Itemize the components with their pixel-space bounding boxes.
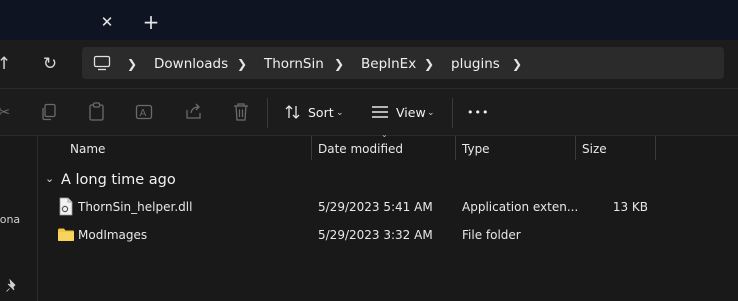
breadcrumb-thornsin[interactable]: ThornSin: [264, 55, 324, 73]
chevron-down-icon[interactable]: ⌄: [336, 104, 344, 122]
sort-icon[interactable]: [284, 104, 302, 120]
column-header-type[interactable]: Type: [462, 140, 490, 158]
copy-icon[interactable]: [40, 103, 58, 121]
chevron-right-icon: ❯: [237, 57, 248, 71]
file-size: 13 KB: [612, 200, 648, 214]
column-divider[interactable]: [655, 136, 656, 160]
file-name[interactable]: ModImages: [78, 227, 147, 243]
pin-icon[interactable]: [5, 279, 19, 293]
chevron-right-icon[interactable]: ❯: [512, 55, 522, 73]
column-divider[interactable]: [311, 136, 312, 160]
folder-icon: [58, 228, 74, 241]
file-type: Application exten...: [462, 200, 579, 214]
chevron-down-icon[interactable]: ⌄: [427, 104, 435, 122]
collapse-group-icon[interactable]: ⌄: [45, 172, 57, 186]
file-name[interactable]: ThornSin_helper.dll: [78, 199, 192, 215]
nav-pane-item-label[interactable]: sona: [0, 212, 26, 228]
cut-icon[interactable]: ✂: [0, 102, 14, 122]
refresh-icon[interactable]: ↻: [38, 52, 62, 76]
file-type: File folder: [462, 228, 521, 242]
computer-icon: [93, 55, 111, 71]
delete-icon[interactable]: [232, 102, 250, 122]
forward-arrow-icon[interactable]: ↑: [0, 52, 16, 76]
breadcrumb-downloads[interactable]: Downloads: [154, 55, 228, 73]
share-icon[interactable]: [184, 102, 204, 122]
view-icon[interactable]: [371, 104, 389, 120]
toolbar-divider: [452, 98, 453, 128]
sort-indicator-icon: ⌄: [381, 130, 388, 139]
file-date: 5/29/2023 3:32 AM: [318, 228, 433, 242]
chevron-right-icon: ❯: [424, 57, 435, 71]
chevron-right-icon: ❯: [127, 57, 138, 71]
rename-icon[interactable]: A: [135, 102, 155, 122]
group-header[interactable]: A long time ago: [61, 170, 176, 190]
file-date: 5/29/2023 5:41 AM: [318, 200, 433, 214]
chevron-right-icon: ❯: [334, 57, 345, 71]
svg-text:A: A: [140, 108, 147, 119]
column-divider[interactable]: [575, 136, 576, 160]
column-header-name[interactable]: Name: [70, 140, 105, 158]
column-header-date-modified[interactable]: Date modified: [318, 140, 403, 158]
column-header-size[interactable]: Size: [582, 140, 607, 158]
new-tab-icon[interactable]: +: [141, 12, 161, 32]
paste-icon[interactable]: [88, 102, 106, 122]
breadcrumb-bepinex[interactable]: BepInEx: [361, 55, 416, 73]
more-options-icon[interactable]: •••: [467, 104, 489, 122]
close-tab-icon[interactable]: ✕: [98, 12, 116, 32]
breadcrumb-plugins[interactable]: plugins: [451, 55, 500, 73]
sort-button[interactable]: Sort: [308, 104, 334, 122]
view-button[interactable]: View: [396, 104, 426, 122]
command-bar: [0, 88, 738, 136]
dll-file-icon: [59, 197, 73, 216]
toolbar-divider: [267, 98, 268, 128]
column-divider[interactable]: [455, 136, 456, 160]
